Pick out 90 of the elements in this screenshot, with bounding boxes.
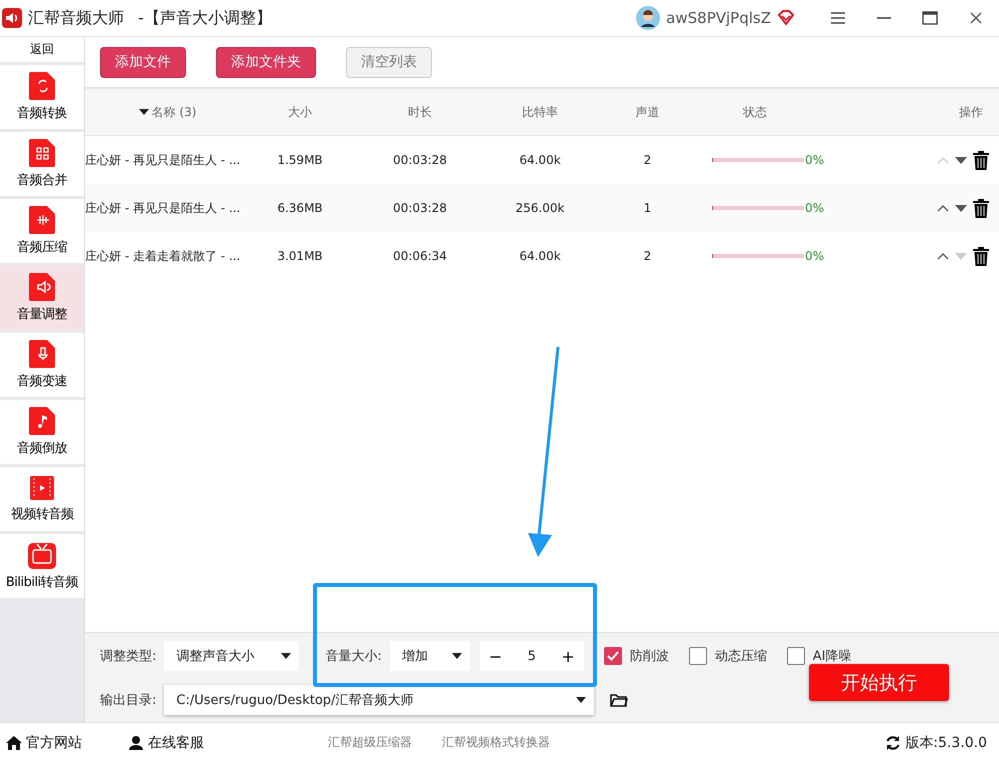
checkbox[interactable] — [604, 647, 622, 665]
percent-cell-text: 0% — [805, 249, 826, 263]
option-label: 防削波 — [630, 648, 669, 665]
channels-cell-text: 2 — [642, 153, 652, 167]
option-label: AI降噪 — [812, 648, 852, 665]
volume-mode-dropdown[interactable]: 增加 — [390, 641, 470, 671]
duration-cell-text: 00:03:28 — [392, 153, 448, 167]
column-header[interactable]: 名称 (3) — [85, 104, 250, 120]
file-name-cell-text: 庄心妍 - 再见只是陌生人 - ... — [85, 200, 242, 216]
file-name-cell-text: 庄心妍 - 再见只是陌生人 - ... — [85, 152, 242, 168]
delete-button[interactable] — [973, 246, 989, 266]
sidebar-item[interactable]: 音频压缩 — [0, 199, 84, 263]
footer-link[interactable]: 在线客服 — [128, 734, 238, 752]
volume-stepper[interactable]: − 5 + — [480, 641, 584, 671]
duration-cell-text: 00:03:28 — [392, 201, 448, 215]
caret-icon — [138, 109, 149, 115]
sidebar-item[interactable]: 音频变速 — [0, 333, 84, 397]
adjust-type-label: 调整类型: — [100, 648, 156, 665]
bitrate-cell-text: 256.00k — [514, 201, 566, 215]
add-button[interactable]: 添加文件 — [100, 46, 186, 78]
duration-cell-text: 00:06:34 — [392, 249, 448, 263]
volume-label: 音量大小: — [325, 648, 382, 665]
refresh-icon[interactable] — [885, 734, 902, 750]
output-dir-label: 输出目录: — [100, 692, 156, 709]
move-up-button[interactable] — [937, 204, 949, 212]
footer-link[interactable]: 官方网站 — [6, 734, 116, 752]
film-icon — [29, 475, 55, 501]
column-header[interactable]: 声道 — [590, 104, 705, 120]
move-up-button[interactable] — [937, 252, 949, 260]
add-button[interactable]: 添加文件夹 — [216, 46, 316, 78]
sidebar-item[interactable]: 音频倒放 — [0, 400, 84, 464]
speed-file-icon — [29, 340, 55, 368]
size-cell-text: 1.59MB — [276, 153, 324, 167]
option-label: 动态压缩 — [714, 648, 767, 665]
size-cell-text: 3.01MB — [276, 249, 324, 263]
tv-icon — [28, 541, 56, 569]
sidebar-item[interactable]: Bilibili转音频 — [0, 534, 84, 598]
minimize-icon[interactable] — [877, 17, 891, 19]
bitrate-cell-text: 64.00k — [518, 249, 562, 263]
size-cell-text: 6.36MB — [276, 201, 324, 215]
headset-person-icon — [128, 735, 144, 750]
volume-value: 5 — [528, 648, 536, 664]
caret-icon — [452, 653, 462, 659]
compress-file-icon — [29, 206, 55, 234]
file-name-cell-text: 庄心妍 - 走着走着就散了 - ... — [85, 248, 242, 264]
window-title: -【声音大小调整】 — [138, 8, 272, 28]
adjust-type-dropdown[interactable]: 调整声音大小 — [164, 641, 300, 671]
column-header[interactable]: 状态 — [705, 104, 805, 120]
channels-cell-text: 2 — [642, 249, 652, 263]
folder-icon[interactable] — [610, 692, 628, 708]
caret-icon — [576, 697, 586, 703]
column-header[interactable]: 时长 — [350, 104, 490, 120]
app-name: 汇帮音频大师 — [28, 8, 124, 28]
version-text: 版本:5.3.0.0 — [905, 734, 987, 752]
reverse-file-icon — [29, 407, 55, 435]
start-button[interactable]: 开始执行 — [809, 664, 949, 701]
bitrate-cell-text: 64.00k — [518, 153, 562, 167]
product-link[interactable]: 汇帮视频格式转换器 — [442, 734, 550, 751]
maximize-icon[interactable] — [922, 11, 938, 25]
increase-button[interactable]: + — [556, 646, 580, 666]
diamond-icon[interactable] — [777, 10, 795, 26]
checkbox[interactable] — [786, 647, 805, 665]
output-dir-dropdown[interactable]: C:/Users/ruguo/Desktop/汇帮音频大师 — [164, 685, 594, 715]
sidebar-item[interactable]: 音频转换 — [0, 65, 84, 129]
column-header[interactable]: 操作 — [885, 104, 999, 120]
volume-file-icon — [29, 273, 55, 301]
delete-button[interactable] — [973, 150, 989, 170]
percent-cell-text: 0% — [805, 153, 826, 167]
move-down-button[interactable] — [955, 204, 967, 212]
product-link[interactable]: 汇帮超级压缩器 — [328, 734, 412, 751]
menu-icon[interactable] — [831, 12, 845, 24]
convert-file-icon — [29, 72, 55, 100]
merge-file-icon — [29, 139, 55, 167]
home-icon — [6, 736, 22, 750]
delete-button[interactable] — [973, 198, 989, 218]
sidebar-item[interactable]: 视频转音频 — [0, 467, 84, 531]
decrease-button[interactable]: − — [484, 646, 508, 666]
username: awS8PVjPqlsZ — [666, 9, 771, 27]
avatar-icon[interactable] — [636, 6, 660, 30]
sidebar-item[interactable]: 音频合并 — [0, 132, 84, 196]
checkbox[interactable] — [688, 647, 707, 665]
back-button[interactable]: 返回 — [0, 37, 84, 62]
sidebar-item[interactable]: 音量调整 — [0, 266, 84, 330]
column-header[interactable]: 比特率 — [490, 104, 590, 120]
percent-cell-text: 0% — [805, 201, 826, 215]
close-icon[interactable] — [970, 12, 982, 24]
caret-icon — [281, 653, 292, 659]
channels-cell-text: 1 — [642, 201, 652, 215]
move-down-button[interactable] — [955, 156, 967, 164]
column-header[interactable]: 大小 — [250, 104, 350, 120]
